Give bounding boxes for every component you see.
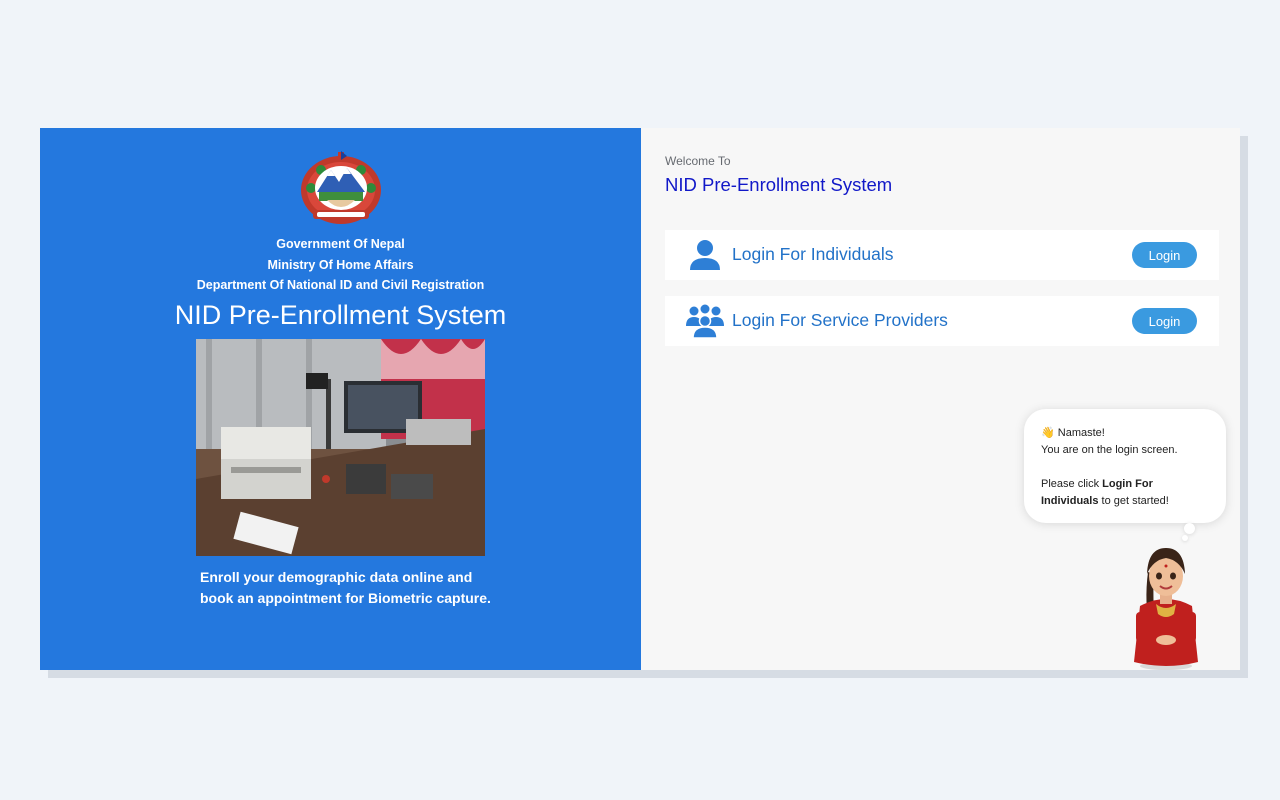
login-service-providers-row[interactable]: Login For Service Providers Login (665, 296, 1219, 346)
assistant-line-2-post: to get started! (1098, 495, 1169, 507)
assistant-greeting-line: 👋 Namaste! (1041, 425, 1226, 442)
main-card: Government Of Nepal Ministry Of Home Aff… (40, 128, 1240, 670)
bubble-tail-dot-small (1182, 535, 1188, 541)
department-line: Department Of National ID and Civil Regi… (196, 278, 485, 292)
assistant-line-2: Please click Login For Individuals to ge… (1041, 476, 1191, 510)
login-service-providers-label: Login For Service Providers (732, 310, 948, 330)
government-heading: Government Of Nepal Ministry Of Home Aff… (40, 234, 641, 296)
assistant-greeting: Namaste! (1057, 427, 1105, 439)
description-line-2: book an appointment for Biometric captur… (200, 590, 491, 606)
enrollment-station-photo (196, 339, 485, 556)
user-icon (690, 240, 720, 270)
waving-hand-icon: 👋 (1041, 427, 1055, 439)
login-individuals-row[interactable]: Login For Individuals Login (665, 230, 1219, 280)
assistant-line-2-pre: Please click (1041, 478, 1103, 490)
system-title: NID Pre-Enrollment System (174, 300, 507, 330)
assistant-message-bubble: 👋 Namaste! You are on the login screen. … (1024, 409, 1226, 523)
login-individuals-label: Login For Individuals (732, 244, 894, 264)
login-individuals-button[interactable]: Login (1132, 242, 1197, 268)
system-description: Enroll your demographic data online and … (200, 567, 520, 609)
assistant-line-1: You are on the login screen. (1041, 444, 1178, 456)
welcome-title: NID Pre-Enrollment System (665, 174, 893, 195)
nepal-emblem-icon (301, 151, 381, 224)
welcome-label: Welcome To (665, 154, 731, 168)
assistant-avatar (1134, 548, 1198, 670)
bubble-tail-dot (1184, 523, 1195, 534)
right-panel: Welcome To NID Pre-Enrollment System Log… (641, 128, 1240, 670)
login-service-providers-button[interactable]: Login (1132, 308, 1197, 334)
ministry-line: Ministry Of Home Affairs (267, 257, 414, 272)
users-group-icon (686, 304, 724, 338)
description-line-1: Enroll your demographic data online and (200, 569, 473, 585)
left-panel: Government Of Nepal Ministry Of Home Aff… (40, 128, 641, 670)
government-line: Government Of Nepal (276, 237, 405, 251)
